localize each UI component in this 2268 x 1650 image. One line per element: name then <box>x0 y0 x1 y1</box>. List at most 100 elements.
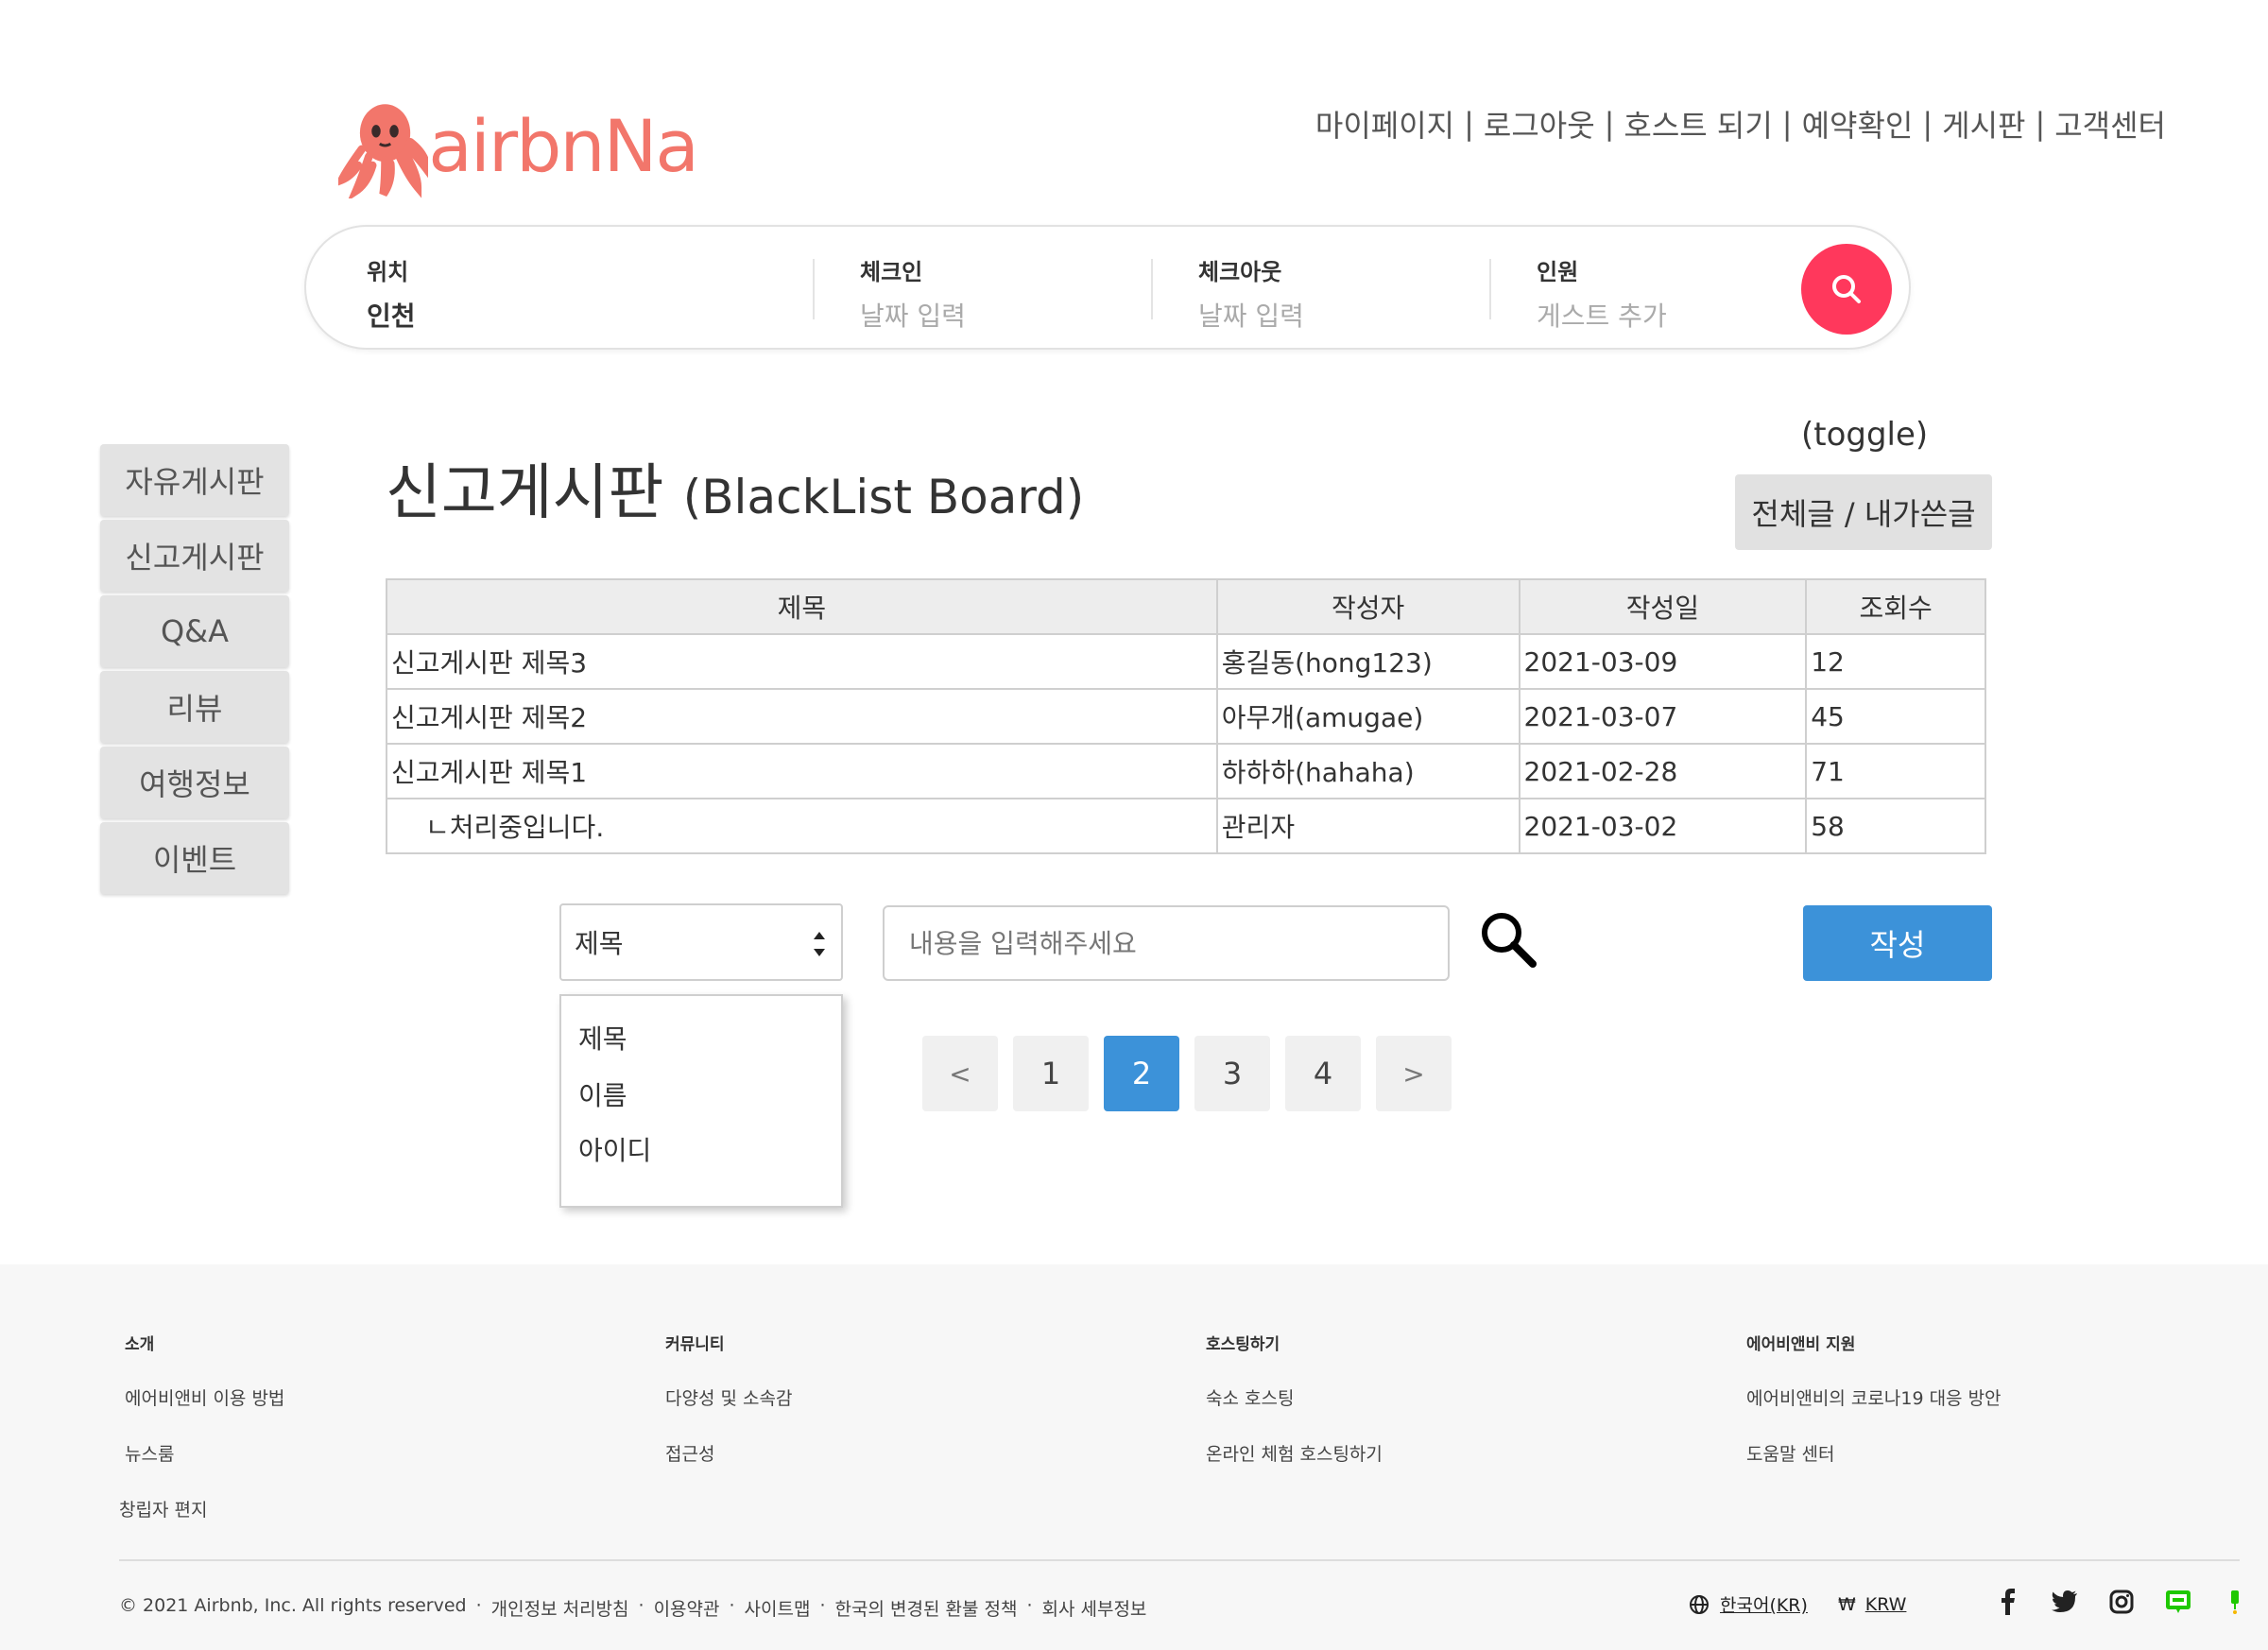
octopus-icon <box>338 104 429 198</box>
table-row[interactable]: 신고게시판 제목3 홍길동(hong123) 2021-03-09 12 <box>386 633 1986 690</box>
page-subtitle: (BlackList Board) <box>682 470 1085 524</box>
footer-link[interactable]: 창립자 편지 <box>119 1496 284 1521</box>
naver-blog-icon[interactable] <box>2164 1588 2192 1616</box>
post-filter-toggle[interactable]: 전체글 / 내가쓴글 <box>1735 474 1992 550</box>
board-sidebar: 자유게시판 신고게시판 Q&A 리뷰 여행정보 이벤트 <box>100 444 289 898</box>
col-title: 제목 <box>386 578 1218 635</box>
nav-separator: | <box>1922 106 1933 142</box>
table-row[interactable]: 신고게시판 제목1 하하하(hahaha) 2021-02-28 71 <box>386 743 1986 799</box>
legal-link[interactable]: 개인정보 처리방침 <box>491 1595 629 1621</box>
language-link[interactable]: 한국어(KR) <box>1720 1591 1808 1617</box>
footer-link[interactable]: 다양성 및 소속감 <box>665 1384 792 1410</box>
footer-col-hosting: 호스팅하기 숙소 호스팅 온라인 체험 호스팅하기 <box>1206 1331 1383 1496</box>
post-views: 12 <box>1805 633 1986 690</box>
post-author: 아무개(amugae) <box>1215 688 1521 745</box>
nav-separator: | <box>1781 106 1793 142</box>
nav-separator: | <box>2035 106 2046 142</box>
legal-link[interactable]: 이용약관 <box>654 1595 720 1621</box>
post-views: 58 <box>1805 798 1986 854</box>
footer-link[interactable]: 에어비앤비의 코로나19 대응 방안 <box>1746 1384 2002 1410</box>
sidebar-item-travel-info[interactable]: 여행정보 <box>100 747 289 818</box>
dot-separator: · <box>819 1595 826 1616</box>
twitter-icon[interactable] <box>2051 1588 2079 1616</box>
dot-separator: · <box>475 1595 482 1616</box>
divider <box>1489 259 1491 319</box>
footer-link[interactable]: 접근성 <box>665 1440 792 1466</box>
post-date: 2021-03-07 <box>1518 688 1808 745</box>
search-button[interactable] <box>1801 244 1892 335</box>
search-icon <box>1832 275 1861 303</box>
page-title-main: 신고게시판 <box>386 458 664 528</box>
nav-board[interactable]: 게시판 <box>1942 102 2025 146</box>
sidebar-item-free-board[interactable]: 자유게시판 <box>100 444 289 516</box>
search-input[interactable] <box>883 905 1450 981</box>
legal-link[interactable]: 한국의 변경된 환불 정책 <box>835 1595 1018 1621</box>
search-type-selected: 제목 <box>575 928 624 959</box>
nav-become-host[interactable]: 호스트 되기 <box>1624 102 1772 146</box>
post-date: 2021-02-28 <box>1518 743 1808 799</box>
table-header-row: 제목 작성자 작성일 조회수 <box>386 578 1986 635</box>
search-type-select[interactable]: 제목 <box>559 903 843 981</box>
nav-customer-center[interactable]: 고객센터 <box>2054 102 2166 146</box>
write-button[interactable]: 작성 <box>1803 905 1992 981</box>
footer-col-support: 에어비앤비 지원 에어비앤비의 코로나19 대응 방안 도움말 센터 <box>1746 1331 2002 1496</box>
legal-link[interactable]: 회사 세부정보 <box>1041 1595 1146 1621</box>
post-date: 2021-03-02 <box>1518 798 1808 854</box>
page-button-1[interactable]: 1 <box>1013 1036 1089 1111</box>
footer-link[interactable]: 뉴스룸 <box>125 1440 284 1466</box>
sidebar-item-review[interactable]: 리뷰 <box>100 671 289 743</box>
page-button-3[interactable]: 3 <box>1194 1036 1270 1111</box>
location-label: 위치 <box>367 259 409 285</box>
sidebar-item-event[interactable]: 이벤트 <box>100 822 289 894</box>
post-title[interactable]: 신고게시판 제목2 <box>386 688 1218 745</box>
sidebar-item-qna[interactable]: Q&A <box>100 595 289 667</box>
post-author: 홍길동(hong123) <box>1215 633 1521 690</box>
search-type-dropdown: 제목 이름 아이디 <box>559 994 843 1208</box>
post-title[interactable]: 신고게시판 제목3 <box>386 633 1218 690</box>
footer-link[interactable]: 온라인 체험 호스팅하기 <box>1206 1440 1383 1466</box>
page-title: 신고게시판 (BlackList Board) <box>386 444 1084 531</box>
checkin-placeholder: 날짜 입력 <box>860 301 966 332</box>
nav-reservations[interactable]: 예약확인 <box>1802 102 1914 146</box>
post-date: 2021-03-09 <box>1518 633 1808 690</box>
location-field[interactable]: 위치 인천 <box>367 253 416 334</box>
brand-logo[interactable]: airbnNa <box>338 95 699 198</box>
page-button-4[interactable]: 4 <box>1285 1036 1361 1111</box>
top-nav: 마이페이지 | 로그아웃 | 호스트 되기 | 예약확인 | 게시판 | 고객센터 <box>1315 102 2166 146</box>
col-author: 작성자 <box>1215 578 1521 635</box>
reply-title[interactable]: ㄴ처리중입니다. <box>386 798 1218 854</box>
page-button-2[interactable]: 2 <box>1104 1036 1179 1111</box>
footer-link[interactable]: 숙소 호스팅 <box>1206 1384 1383 1410</box>
next-page-button[interactable]: > <box>1376 1036 1452 1111</box>
col-views: 조회수 <box>1805 578 1986 635</box>
sidebar-item-report-board[interactable]: 신고게시판 <box>100 520 289 592</box>
board-table: 제목 작성자 작성일 조회수 신고게시판 제목3 홍길동(hong123) 20… <box>386 578 1986 854</box>
checkin-label: 체크인 <box>860 259 923 285</box>
search-icon[interactable] <box>1478 909 1540 971</box>
option-id[interactable]: 아이디 <box>578 1130 651 1168</box>
footer-heading: 커뮤니티 <box>665 1335 725 1354</box>
prev-page-button[interactable]: < <box>922 1036 998 1111</box>
footer-link[interactable]: 에어비앤비 이용 방법 <box>125 1384 284 1410</box>
facebook-icon[interactable] <box>1994 1588 2022 1616</box>
guests-field[interactable]: 인원 게스트 추가 <box>1537 253 1667 334</box>
footer-link[interactable]: 도움말 센터 <box>1746 1440 2002 1466</box>
footer-heading: 에어비앤비 지원 <box>1746 1335 1856 1354</box>
footer-divider <box>119 1559 2240 1561</box>
option-name[interactable]: 이름 <box>578 1075 627 1113</box>
legal-link[interactable]: 사이트맵 <box>745 1595 811 1621</box>
option-title[interactable]: 제목 <box>578 1019 627 1057</box>
pagination: < 1 2 3 4 > <box>922 1036 1467 1111</box>
footer-legal: © 2021 Airbnb, Inc. All rights reserved … <box>119 1595 1156 1621</box>
instagram-icon[interactable] <box>2107 1588 2136 1616</box>
nav-mypage[interactable]: 마이페이지 <box>1315 102 1454 146</box>
nav-logout[interactable]: 로그아웃 <box>1484 102 1595 146</box>
table-row-reply[interactable]: ㄴ처리중입니다. 관리자 2021-03-02 58 <box>386 798 1986 854</box>
checkout-field[interactable]: 체크아웃 날짜 입력 <box>1198 253 1304 334</box>
post-title[interactable]: 신고게시판 제목1 <box>386 743 1218 799</box>
naver-post-icon[interactable] <box>2221 1588 2249 1616</box>
table-row[interactable]: 신고게시판 제목2 아무개(amugae) 2021-03-07 45 <box>386 688 1986 745</box>
currency-link[interactable]: KRW <box>1865 1594 1907 1615</box>
dot-separator: · <box>1026 1595 1033 1616</box>
checkin-field[interactable]: 체크인 날짜 입력 <box>860 253 966 334</box>
